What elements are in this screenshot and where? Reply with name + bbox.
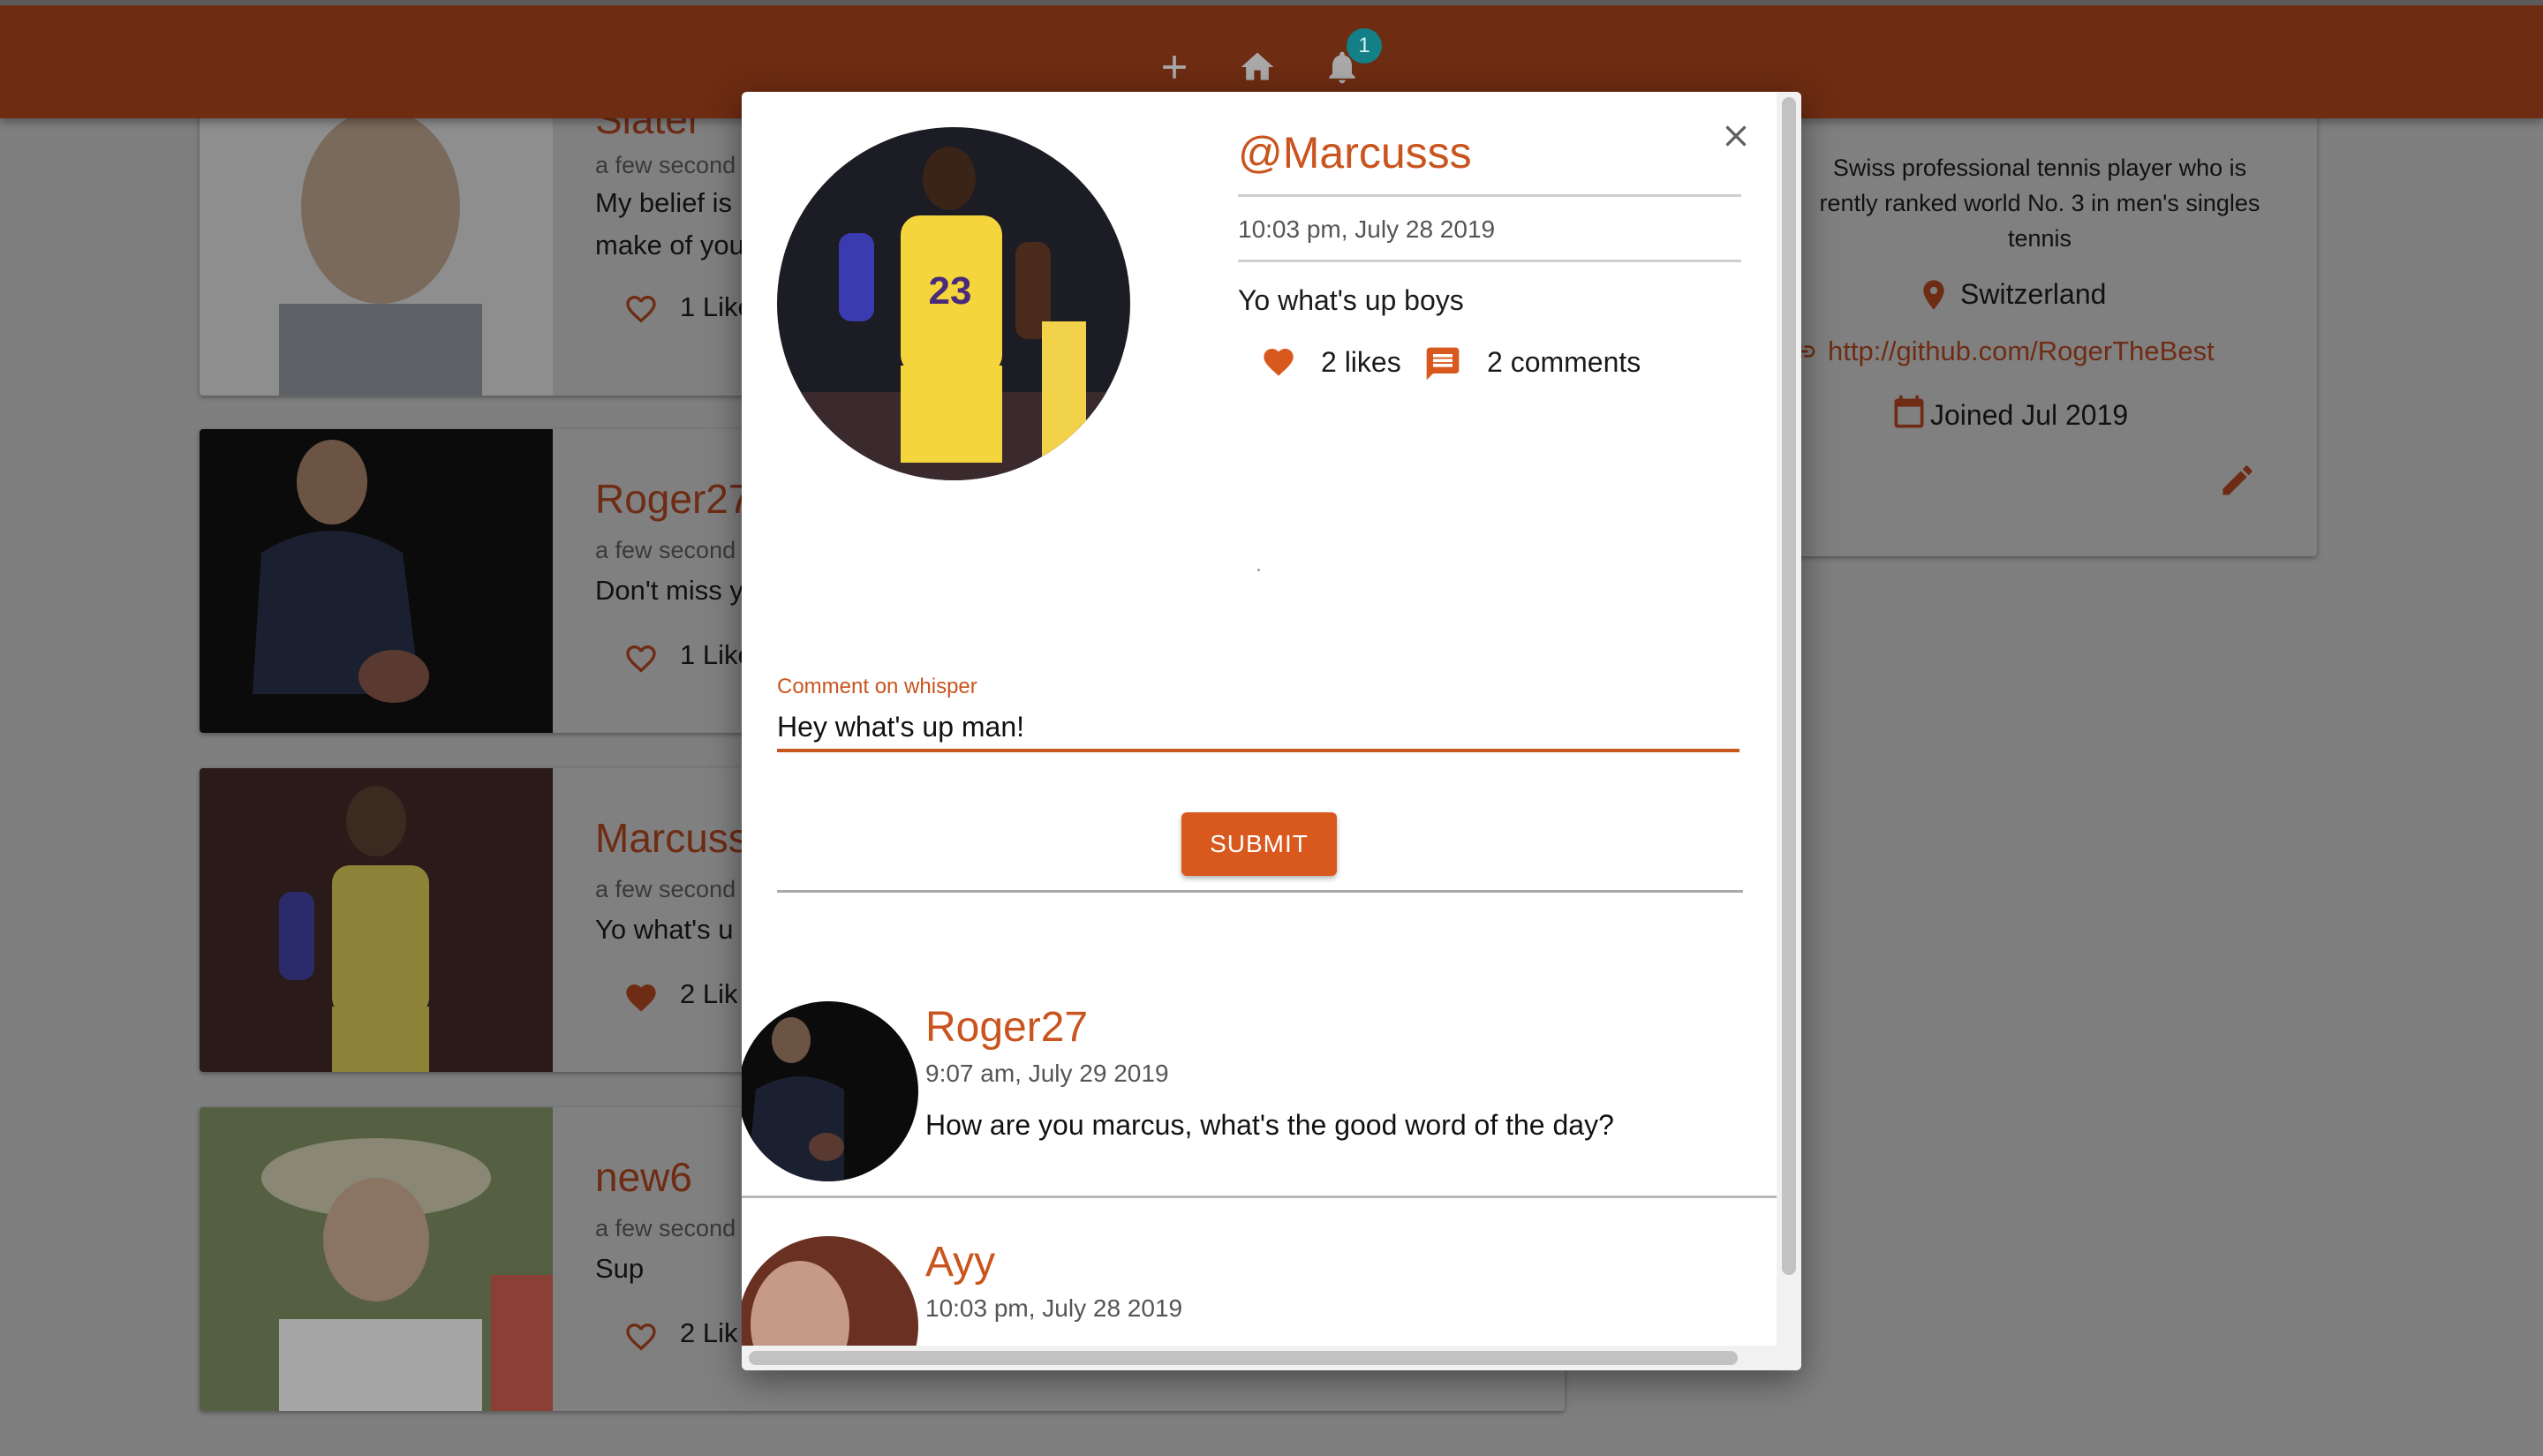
- user-photo: [200, 429, 553, 733]
- author-handle[interactable]: @Marcusss: [1238, 127, 1472, 178]
- location-pin-icon: [1923, 280, 1944, 310]
- commenter-avatar: [742, 1001, 918, 1181]
- post-likes: 2 likes: [1321, 346, 1401, 378]
- user-photo: [200, 92, 553, 396]
- heart-filled-icon[interactable]: [1259, 344, 1298, 380]
- commenter-name[interactable]: Ayy: [925, 1238, 995, 1286]
- divider: [1238, 194, 1741, 197]
- user-photo: [200, 1107, 553, 1411]
- author-avatar: 23: [777, 127, 1130, 480]
- feed-time: a few second: [595, 1215, 736, 1241]
- feed-likes: 2 Lik: [680, 978, 738, 1009]
- feed-likes: 2 Lik: [680, 1317, 738, 1348]
- profile-website-link[interactable]: http://github.com/RogerTheBest: [1828, 336, 2215, 367]
- feed-body: My belief is: [595, 187, 733, 218]
- horizontal-scroll-thumb[interactable]: [749, 1351, 1738, 1365]
- comment-field-label: Comment on whisper: [777, 675, 977, 698]
- comment-icon[interactable]: [1423, 344, 1462, 383]
- profile-joined: Joined Jul 2019: [1930, 399, 2129, 431]
- divider: [742, 1196, 1777, 1198]
- profile-bio-line: Swiss professional tennis player who is: [1832, 155, 2247, 181]
- feed-time: a few second: [595, 537, 736, 563]
- loading-dot: [1257, 569, 1260, 571]
- feed-author[interactable]: Marcuss: [595, 814, 749, 862]
- post-body: Yo what's up boys: [1238, 284, 1464, 316]
- profile-bio-line: tennis: [2007, 225, 2072, 252]
- calendar-icon: [1894, 395, 1924, 428]
- commenter-name[interactable]: Roger27: [925, 1003, 1088, 1052]
- heart-outline-icon[interactable]: [622, 1319, 660, 1354]
- plus-icon[interactable]: [1155, 48, 1194, 87]
- comment-time: 9:07 am, July 29 2019: [925, 1060, 1169, 1087]
- profile-card: Swiss professional tennis player who is …: [1757, 88, 2317, 556]
- comment-body: How are you marcus, what's the good word…: [925, 1109, 1614, 1141]
- divider: [777, 890, 1743, 893]
- heart-filled-icon[interactable]: [622, 980, 660, 1015]
- heart-outline-icon[interactable]: [622, 641, 660, 676]
- profile-bio: Swiss professional tennis player who is …: [1792, 150, 2287, 256]
- whisper-dialog: 23 @Marcusss 10:03 pm, July 28 2019 Yo w…: [742, 92, 1801, 1370]
- feed-body: Sup: [595, 1253, 645, 1284]
- feed-author[interactable]: new6: [595, 1153, 692, 1201]
- comment-input[interactable]: [777, 705, 1739, 752]
- feed-author[interactable]: Roger27: [595, 475, 751, 523]
- svg-text:23: 23: [929, 269, 972, 313]
- heart-outline-icon[interactable]: [622, 291, 660, 327]
- close-icon[interactable]: [1718, 118, 1754, 154]
- divider: [1238, 260, 1741, 262]
- feed-time: a few second: [595, 152, 736, 178]
- profile-bio-line: rently ranked world No. 3 in men's singl…: [1819, 190, 2260, 216]
- user-photo: [200, 768, 553, 1072]
- feed-body: Don't miss y: [595, 575, 743, 606]
- notification-badge: 1: [1347, 28, 1382, 64]
- profile-location: Switzerland: [1960, 278, 2107, 310]
- comment-time: 10:03 pm, July 28 2019: [925, 1294, 1183, 1322]
- vertical-scroll-thumb[interactable]: [1782, 97, 1796, 1275]
- edit-pencil-icon[interactable]: [2218, 461, 2257, 500]
- feed-time: a few second: [595, 876, 736, 902]
- post-timestamp: 10:03 pm, July 28 2019: [1238, 215, 1496, 243]
- feed-body: Yo what's u: [595, 914, 734, 945]
- feed-body-line2: make of you: [595, 230, 744, 260]
- submit-button[interactable]: SUBMIT: [1181, 812, 1337, 876]
- home-icon[interactable]: [1238, 48, 1277, 87]
- post-comments-count: 2 comments: [1487, 346, 1641, 378]
